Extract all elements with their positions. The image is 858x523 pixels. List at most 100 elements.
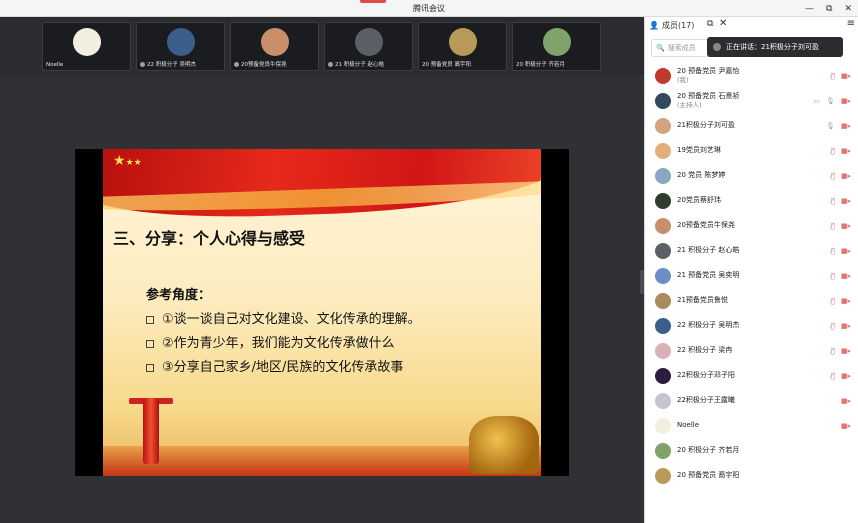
member-role: (主持人) bbox=[677, 100, 702, 109]
mic-icon: 🎙 bbox=[825, 96, 835, 105]
menu-icon[interactable]: ≡ bbox=[847, 18, 855, 29]
participant-name: 21 积极分子 赵心皓 bbox=[328, 60, 384, 68]
member-row[interactable]: 22积极分子王露曦 ■▸ bbox=[645, 388, 858, 413]
member-row[interactable]: Noelle ■▸ bbox=[645, 413, 858, 438]
slide-bullet: ②作为青少年，我们能为文化传承做什么 bbox=[146, 332, 395, 351]
member-status-icons: 🎙̸ ■▸ bbox=[831, 288, 851, 313]
member-row[interactable]: 19党员刘艺琳 🎙̸ ■▸ bbox=[645, 138, 858, 163]
member-row[interactable]: 21 预备党员 吴奕明 🎙̸ ■▸ bbox=[645, 263, 858, 288]
camera-off-icon: ■▸ bbox=[840, 371, 851, 380]
participant-name: 22 积极分子 吴明杰 bbox=[140, 60, 196, 68]
member-name: 22 积极分子 梁冉 bbox=[677, 346, 733, 354]
avatar bbox=[655, 392, 671, 409]
avatar bbox=[354, 28, 383, 56]
member-name: Noelle bbox=[677, 421, 700, 429]
member-row[interactable]: 20 党员 陈梦婷 🎙̸ ■▸ bbox=[645, 163, 858, 188]
avatar bbox=[655, 167, 671, 184]
screen-share-view[interactable]: ★★★ 三、分享：个人心得与感受 参考角度： ①谈一谈自己对文化建设、文化传承的… bbox=[75, 149, 569, 476]
member-row[interactable]: 22积极分子邓子阳 🎙̸ ■▸ bbox=[645, 363, 858, 388]
mic-off-icon: 🎙̸ bbox=[830, 371, 835, 380]
participant-tile[interactable]: 20 积极分子 齐若月 bbox=[512, 22, 601, 71]
participant-name: 20 预备党员 裔宇阳 bbox=[422, 62, 471, 68]
slide-subheading: 参考角度： bbox=[146, 288, 212, 303]
member-row[interactable]: 21 积极分子 赵心皓 🎙̸ ■▸ bbox=[645, 238, 858, 263]
avatar bbox=[655, 242, 671, 259]
avatar bbox=[655, 292, 671, 309]
member-row[interactable]: 22 积极分子 吴明杰 🎙̸ ■▸ bbox=[645, 313, 858, 338]
member-info: 19党员刘艺琳 bbox=[677, 146, 721, 155]
member-search-input[interactable]: 🔍 搜索成员 bbox=[651, 39, 713, 57]
camera-off-icon: ■▸ bbox=[840, 196, 851, 205]
member-status-icons: 🎙̸ ■▸ bbox=[831, 263, 851, 288]
member-row[interactable]: 20 预备党员 石熹祯 (主持人) ▭ 🎙 ■▸ bbox=[645, 88, 858, 113]
mic-off-icon: 🎙̸ bbox=[830, 321, 835, 330]
member-status-icons: ■▸ bbox=[841, 388, 851, 413]
member-name: 20 党员 陈梦婷 bbox=[677, 171, 726, 179]
member-info: 20 预备党员 尹嘉怡 (我) bbox=[677, 67, 739, 85]
member-info: Noelle bbox=[677, 421, 699, 430]
restore-icon[interactable]: ⧉ bbox=[826, 4, 832, 14]
member-info: 20 预备党员 裔宇阳 bbox=[677, 471, 739, 480]
participant-tile[interactable]: 22 积极分子 吴明杰 bbox=[136, 22, 225, 71]
slide-bullet: ①谈一谈自己对文化建设、文化传承的理解。 bbox=[146, 308, 421, 327]
member-name: 20预备党员牛保尧 bbox=[677, 221, 735, 229]
member-row[interactable]: 20 积极分子 齐若月 bbox=[645, 438, 858, 463]
camera-off-icon: ■▸ bbox=[840, 346, 851, 355]
camera-off-icon: ■▸ bbox=[840, 221, 851, 230]
avatar bbox=[655, 367, 671, 384]
mic-off-icon bbox=[328, 62, 333, 67]
mic-off-icon: 🎙̸ bbox=[830, 346, 835, 355]
member-name: 21 预备党员 吴奕明 bbox=[677, 271, 740, 279]
camera-off-icon: ■▸ bbox=[840, 396, 851, 405]
member-info: 21积极分子刘可盈 bbox=[677, 121, 735, 130]
member-row[interactable]: 20 预备党员 裔宇阳 bbox=[645, 463, 858, 488]
close-icon[interactable]: ✕ bbox=[844, 4, 852, 14]
presentation-slide: ★★★ 三、分享：个人心得与感受 参考角度： ①谈一谈自己对文化建设、文化传承的… bbox=[103, 149, 541, 476]
user-icon: 👤 bbox=[649, 21, 659, 30]
star-icon: ★★★ bbox=[113, 153, 142, 169]
member-row[interactable]: 21预备党员鲁悦 🎙̸ ■▸ bbox=[645, 288, 858, 313]
popout-icon[interactable]: ⧉ bbox=[707, 19, 713, 29]
panel-header: 👤 成员(17) ⧉ ✕ ≡ bbox=[645, 17, 858, 34]
camera-off-icon: ■▸ bbox=[840, 171, 851, 180]
tab-members[interactable]: 👤 成员(17) bbox=[649, 20, 694, 31]
member-info: 21预备党员鲁悦 bbox=[677, 296, 728, 305]
mic-off-icon: 🎙̸ bbox=[830, 296, 835, 305]
camera-off-icon: ■▸ bbox=[840, 246, 851, 255]
mic-off-icon: 🎙̸ bbox=[830, 146, 835, 155]
participant-tile[interactable]: 21 积极分子 赵心皓 bbox=[324, 22, 413, 71]
member-status-icons: ■▸ bbox=[841, 413, 851, 438]
member-row[interactable]: 21积极分子刘可盈 🎙 ■▸ bbox=[645, 113, 858, 138]
close-panel-icon[interactable]: ✕ bbox=[719, 18, 727, 29]
camera-off-icon: ■▸ bbox=[840, 96, 851, 105]
member-info: 20 预备党员 石熹祯 (主持人) bbox=[677, 92, 739, 110]
title-bar: 腾讯会议 — ⧉ ✕ bbox=[0, 0, 858, 17]
participant-tile[interactable]: 20预备党员牛保尧 bbox=[230, 22, 319, 71]
checkbox-icon bbox=[146, 315, 154, 324]
member-row[interactable]: 20党员蔡舒玮 🎙̸ ■▸ bbox=[645, 188, 858, 213]
huabiao-column bbox=[143, 398, 159, 464]
participant-name: Noelle bbox=[46, 62, 64, 68]
screen-share-icon: ▭ bbox=[813, 96, 820, 105]
member-row[interactable]: 20预备党员牛保尧 🎙̸ ■▸ bbox=[645, 213, 858, 238]
avatar bbox=[260, 28, 289, 56]
member-row[interactable]: 22 积极分子 梁冉 🎙̸ ■▸ bbox=[645, 338, 858, 363]
participant-tile[interactable]: Noelle bbox=[42, 22, 131, 71]
minimize-icon[interactable]: — bbox=[805, 4, 814, 14]
avatar bbox=[655, 467, 671, 484]
avatar bbox=[655, 67, 671, 84]
participant-name: 20 积极分子 齐若月 bbox=[516, 62, 565, 68]
member-row[interactable]: 20 预备党员 尹嘉怡 (我) 🎙̸ ■▸ bbox=[645, 63, 858, 88]
mic-off-icon bbox=[140, 62, 145, 67]
avatar bbox=[655, 317, 671, 334]
avatar bbox=[448, 28, 477, 56]
participant-tile[interactable]: 20 预备党员 裔宇阳 bbox=[418, 22, 507, 71]
camera-off-icon: ■▸ bbox=[840, 321, 851, 330]
window-controls: — ⧉ ✕ bbox=[805, 0, 852, 17]
avatar bbox=[542, 28, 571, 56]
member-name: 20 预备党员 石熹祯 bbox=[677, 91, 740, 100]
checkbox-icon bbox=[146, 363, 154, 372]
camera-off-icon: ■▸ bbox=[840, 121, 851, 130]
stone-lion-image bbox=[469, 416, 539, 474]
avatar bbox=[72, 28, 101, 56]
